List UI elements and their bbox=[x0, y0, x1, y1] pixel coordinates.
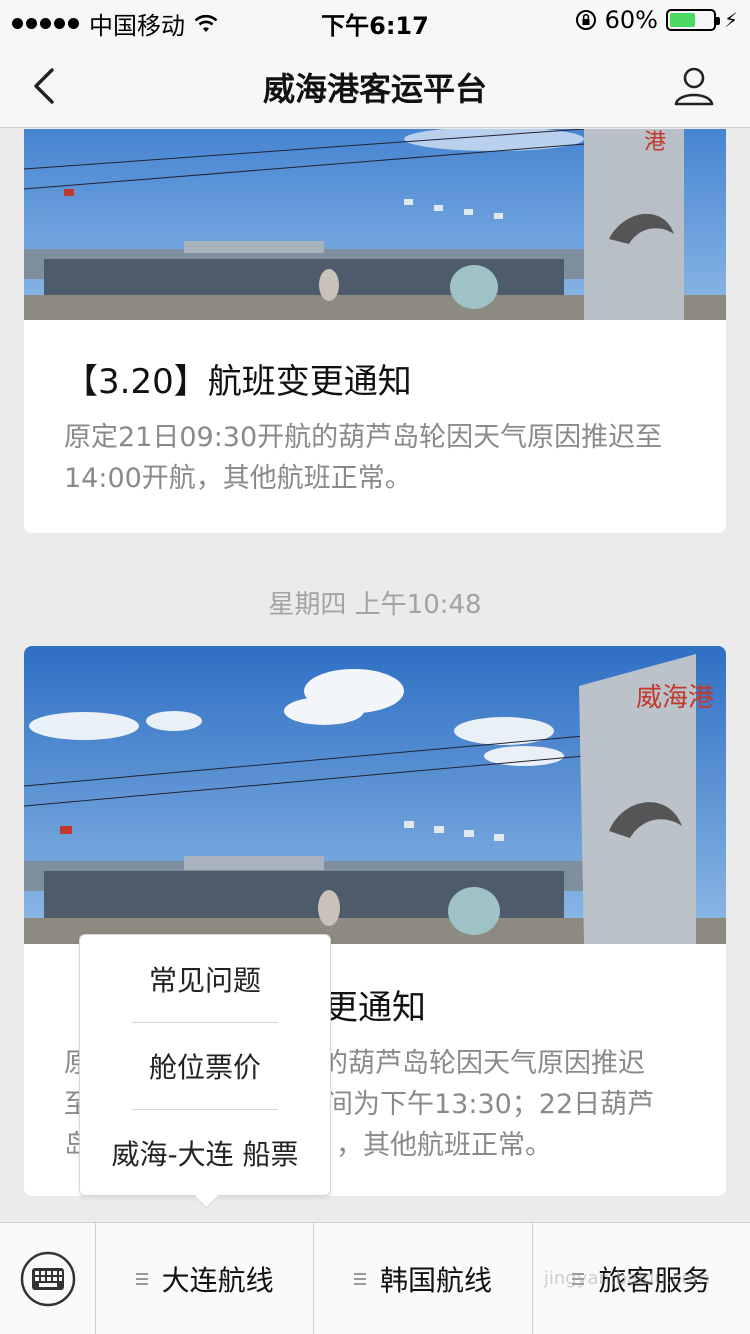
menu-lines-icon bbox=[353, 1270, 366, 1288]
terminal-photo-illustration: 港 bbox=[24, 129, 726, 320]
menu-tab-label: 韩国航线 bbox=[379, 1264, 492, 1297]
status-bar: 中国移动 下午6:17 60% ⚡ bbox=[0, 0, 750, 42]
menu-tab-dalian-route[interactable]: 大连航线 bbox=[96, 1223, 315, 1334]
submenu-item-fares[interactable]: 舱位票价 bbox=[80, 1022, 330, 1109]
battery-fill bbox=[669, 13, 696, 27]
terminal-photo-illustration: 威海港 bbox=[24, 646, 726, 944]
submenu-popup: 常见问题 舱位票价 威海-大连 船票 bbox=[79, 934, 331, 1196]
port-terminal-image: 威海港 bbox=[24, 646, 726, 944]
menu-tab-label: 大连航线 bbox=[161, 1264, 274, 1297]
menu-lines-icon bbox=[135, 1270, 148, 1288]
port-terminal-image: 港 bbox=[24, 129, 726, 320]
user-icon[interactable] bbox=[672, 64, 716, 108]
message-timestamp: 星期四 上午10:48 bbox=[268, 590, 482, 620]
battery-percent: 60% bbox=[604, 6, 658, 34]
status-right: 60% ⚡ bbox=[575, 6, 738, 34]
page-title: 威海港客运平台 bbox=[262, 70, 487, 108]
port-sign-text: 威海港 bbox=[636, 683, 714, 713]
article-description: 原定21日09:30开航的葫芦岛轮因天气原因推迟至14:00开航，其他航班正常。 bbox=[64, 422, 663, 494]
article-card[interactable]: 港 【3.20】航班变更通知 原定21日09:30开航的葫芦岛轮因天气原因推迟至… bbox=[24, 129, 726, 533]
article-title: 【3.20】航班变更通知 bbox=[64, 362, 412, 402]
submenu-item-ticket[interactable]: 威海-大连 船票 bbox=[80, 1109, 330, 1196]
navigation-bar: 威海港客运平台 bbox=[0, 42, 750, 128]
keyboard-toggle-button[interactable] bbox=[0, 1223, 96, 1334]
keyboard-icon bbox=[20, 1251, 76, 1307]
battery-icon bbox=[665, 9, 720, 31]
charging-bolt-icon: ⚡ bbox=[723, 8, 738, 32]
menu-tab-korea-route[interactable]: 韩国航线 bbox=[314, 1223, 533, 1334]
svg-text:港: 港 bbox=[644, 130, 666, 155]
submenu-item-faq[interactable]: 常见问题 bbox=[80, 935, 330, 1022]
watermark: jingyan.baidu.com bbox=[543, 1268, 710, 1289]
rotation-lock-icon bbox=[575, 10, 596, 30]
